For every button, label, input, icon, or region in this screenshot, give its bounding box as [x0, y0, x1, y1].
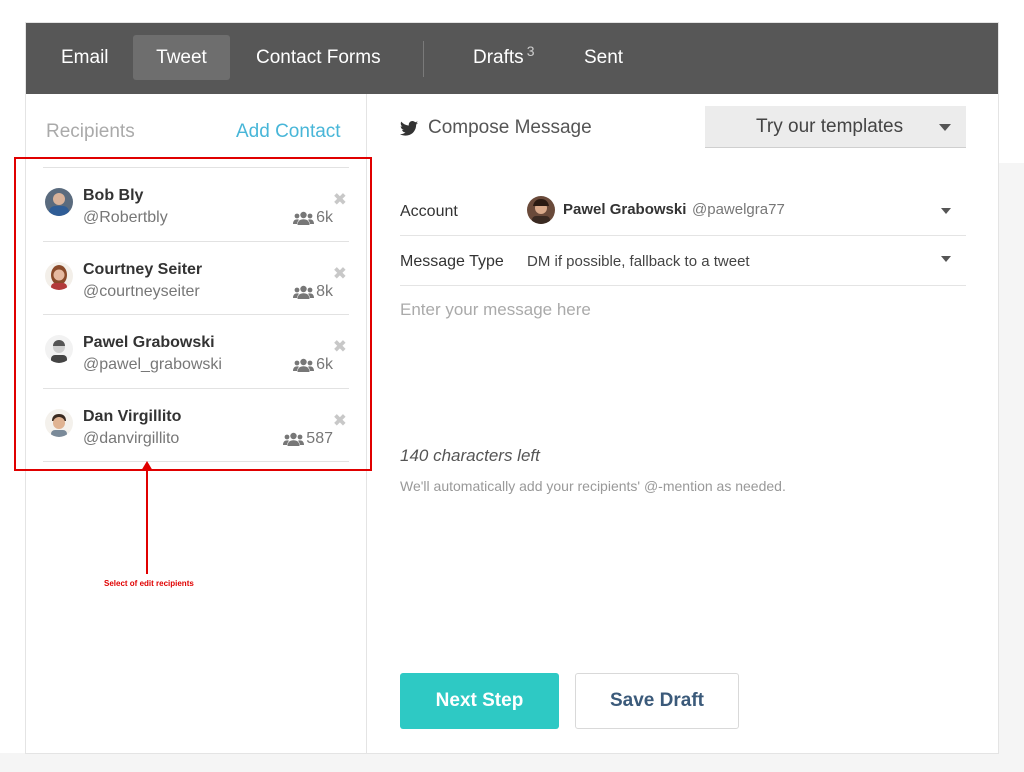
twitter-bird-icon [400, 120, 418, 136]
drafts-count-badge: 3 [526, 43, 535, 59]
chevron-down-icon [941, 256, 951, 262]
tab-email[interactable]: Email [61, 35, 109, 80]
templates-dropdown[interactable]: Try our templates [705, 106, 966, 148]
account-label: Account [400, 203, 458, 220]
tab-sent[interactable]: Sent [584, 35, 623, 80]
annotation-highlight-box [14, 157, 372, 471]
nav-divider [423, 41, 424, 77]
chevron-down-icon [939, 124, 951, 131]
tab-tweet-label: Tweet [156, 47, 207, 68]
chevron-down-icon [941, 208, 951, 214]
next-step-button[interactable]: Next Step [400, 673, 559, 729]
save-draft-button[interactable]: Save Draft [575, 673, 739, 729]
tab-contact-forms[interactable]: Contact Forms [256, 35, 381, 80]
annotation-label: Select of edit recipients [104, 579, 194, 588]
account-avatar [527, 196, 555, 224]
compose-title: Compose Message [400, 117, 592, 139]
add-contact-link[interactable]: Add Contact [236, 121, 341, 143]
annotation-arrow-line [146, 470, 148, 574]
message-type-value: DM if possible, fallback to a tweet [527, 253, 750, 270]
characters-left: 140 characters left [400, 446, 540, 465]
tab-drafts-label: Drafts [473, 47, 524, 68]
account-select[interactable]: Account Pawel Grabowski @pawelgra77 [400, 188, 966, 236]
top-nav: Email Tweet Contact Forms Drafts 3 Sent [26, 23, 998, 94]
account-name: Pawel Grabowski [563, 201, 687, 218]
message-input[interactable] [400, 300, 966, 430]
account-handle: @pawelgra77 [692, 201, 785, 218]
tab-sent-label: Sent [584, 47, 624, 68]
tab-email-label: Email [61, 47, 109, 68]
mention-hint: We'll automatically add your recipients'… [400, 478, 786, 494]
compose-title-text: Compose Message [428, 117, 592, 138]
templates-dropdown-label: Try our templates [756, 116, 904, 137]
message-type-select[interactable]: Message Type DM if possible, fallback to… [400, 238, 966, 286]
recipients-title: Recipients [46, 121, 135, 142]
tab-tweet[interactable]: Tweet [133, 35, 230, 80]
message-type-label: Message Type [400, 253, 504, 270]
tab-drafts[interactable]: Drafts 3 [473, 35, 534, 80]
tab-contact-forms-label: Contact Forms [256, 47, 381, 68]
